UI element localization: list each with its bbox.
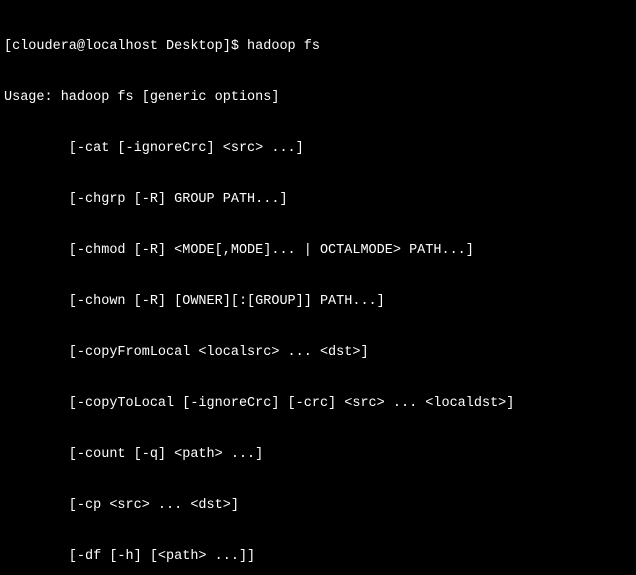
prompt-line: [cloudera@localhost Desktop]$ hadoop fs	[4, 38, 636, 55]
usage-line: Usage: hadoop fs [generic options]	[4, 89, 636, 106]
cmd-line: [-copyToLocal [-ignoreCrc] [-crc] <src> …	[4, 395, 636, 412]
cmd-line: [-chgrp [-R] GROUP PATH...]	[4, 191, 636, 208]
cmd-line: [-copyFromLocal <localsrc> ... <dst>]	[4, 344, 636, 361]
cmd-line: [-chown [-R] [OWNER][:[GROUP]] PATH...]	[4, 293, 636, 310]
terminal-output[interactable]: [cloudera@localhost Desktop]$ hadoop fs …	[0, 0, 636, 575]
cmd-line: [-cat [-ignoreCrc] <src> ...]	[4, 140, 636, 157]
cmd-line: [-df [-h] [<path> ...]]	[4, 548, 636, 565]
cmd-line: [-count [-q] <path> ...]	[4, 446, 636, 463]
cmd-line: [-cp <src> ... <dst>]	[4, 497, 636, 514]
cmd-line: [-chmod [-R] <MODE[,MODE]... | OCTALMODE…	[4, 242, 636, 259]
